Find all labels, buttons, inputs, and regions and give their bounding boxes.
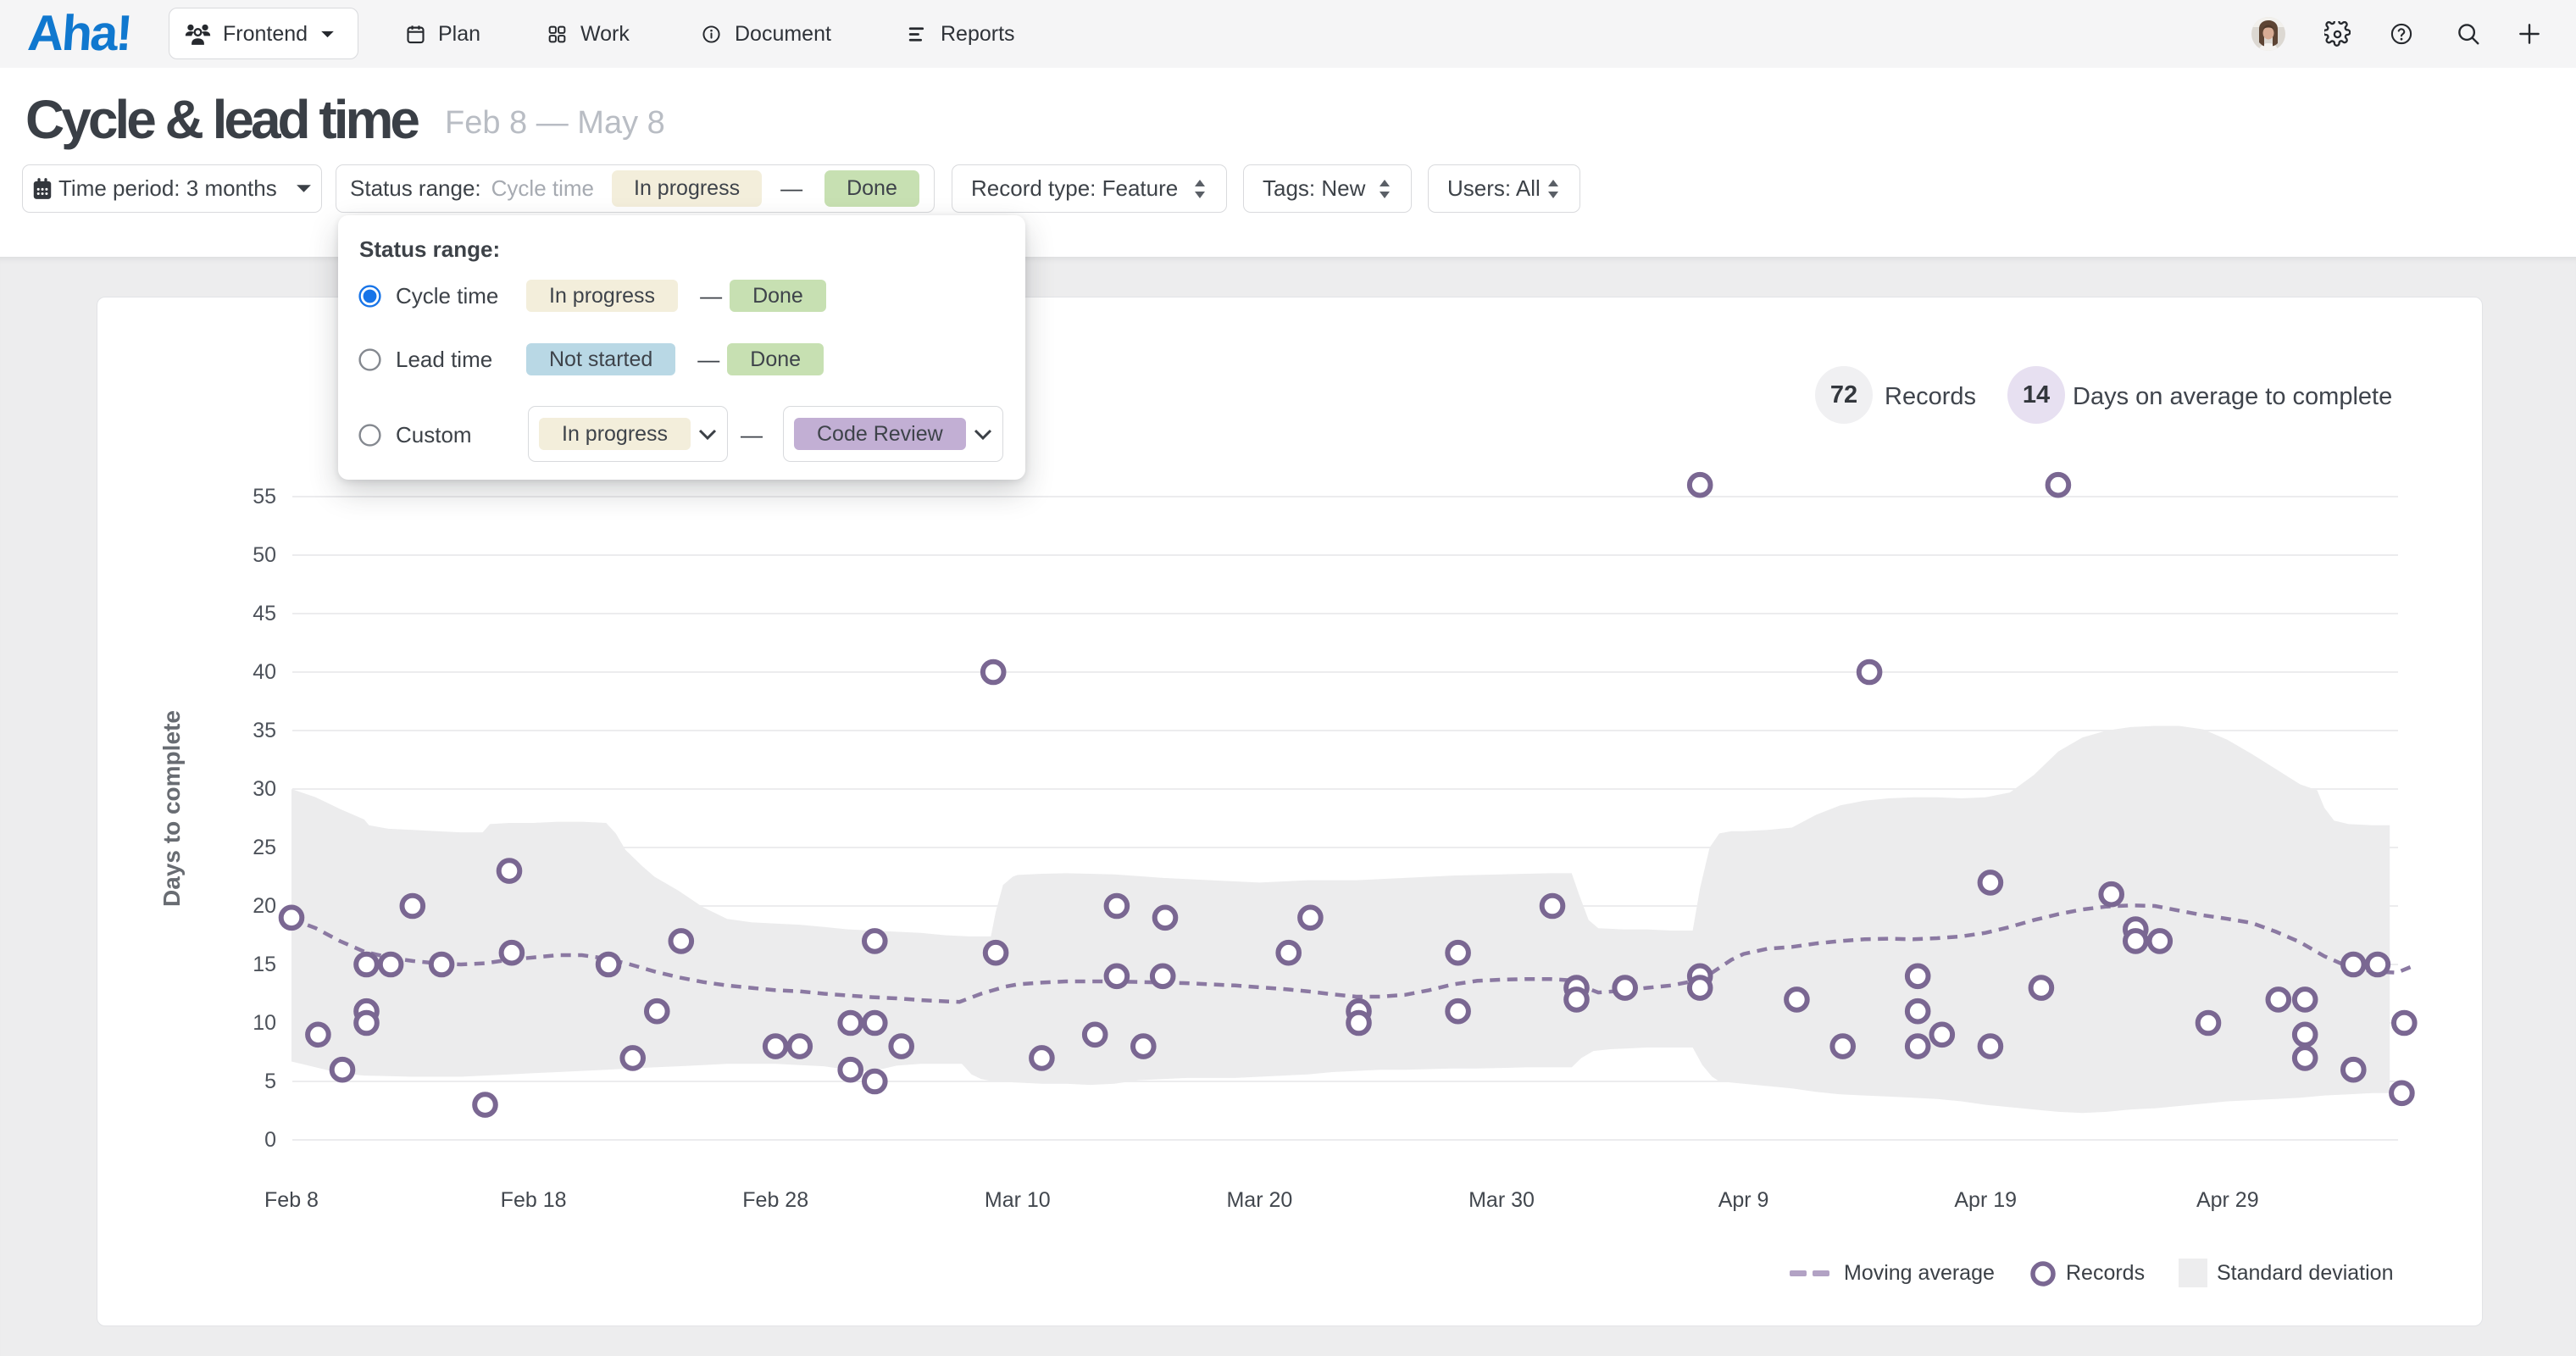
svg-text:Feb 18: Feb 18 [501,1188,567,1212]
svg-text:10: 10 [253,1011,276,1035]
svg-text:55: 55 [253,485,276,508]
svg-text:Mar 10: Mar 10 [985,1188,1051,1212]
svg-text:15: 15 [253,953,276,976]
svg-text:45: 45 [253,602,276,625]
svg-text:30: 30 [253,777,276,801]
svg-text:Apr 19: Apr 19 [1954,1188,2017,1212]
svg-text:Days to complete: Days to complete [158,710,185,907]
svg-text:25: 25 [253,836,276,859]
svg-text:Feb 8: Feb 8 [264,1188,319,1212]
svg-text:Apr 29: Apr 29 [2196,1188,2259,1212]
svg-text:Mar 30: Mar 30 [1468,1188,1535,1212]
svg-text:Mar 20: Mar 20 [1226,1188,1292,1212]
svg-text:0: 0 [264,1128,276,1152]
svg-text:Apr 9: Apr 9 [1718,1188,1769,1212]
svg-text:5: 5 [264,1070,276,1093]
svg-text:35: 35 [253,719,276,742]
svg-text:20: 20 [253,894,276,918]
svg-text:50: 50 [253,543,276,567]
svg-text:40: 40 [253,660,276,684]
svg-text:Feb 28: Feb 28 [742,1188,808,1212]
